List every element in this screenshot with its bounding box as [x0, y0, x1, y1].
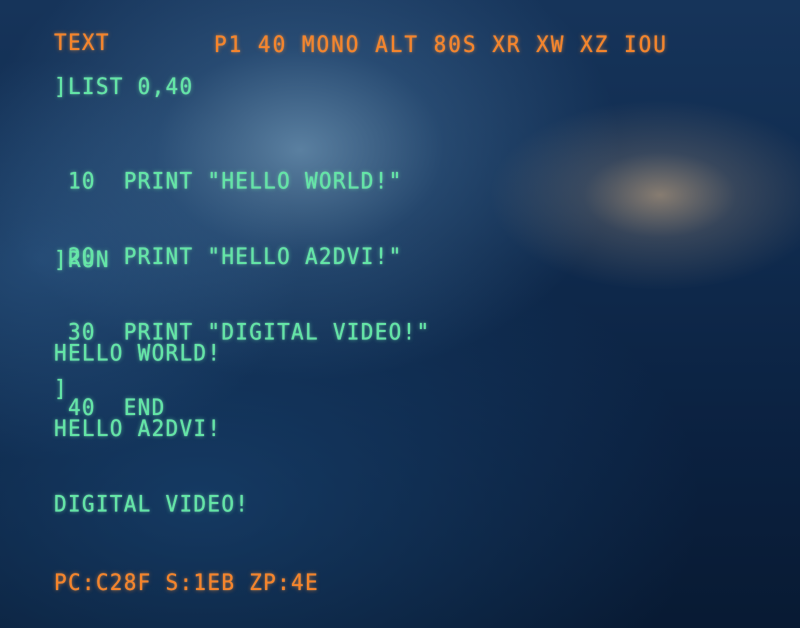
display-mode-label: TEXT — [54, 29, 110, 56]
output-line: HELLO WORLD! — [54, 340, 222, 366]
crt-screen: TEXT P1 40 MONO ALT 80S XR XW XZ IOU ]LI… — [0, 0, 800, 628]
list-command-line: ]LIST 0,40 — [54, 73, 194, 100]
cpu-registers-readout: PC:C28F S:1EB ZP:4E — [54, 569, 319, 596]
program-line: 10 PRINT "HELLO WORLD!" — [54, 168, 403, 194]
program-output: HELLO WORLD! HELLO A2DVI! DIGITAL VIDEO! — [54, 290, 249, 567]
output-line: DIGITAL VIDEO! — [54, 491, 250, 517]
run-command-line: ]RUN — [54, 246, 110, 273]
display-flags-label: P1 40 MONO ALT 80S XR XW XZ IOU — [214, 31, 668, 58]
output-line: HELLO A2DVI! — [54, 416, 222, 442]
input-prompt[interactable]: ] — [54, 377, 68, 400]
program-line: 20 PRINT "HELLO A2DVI!" — [54, 244, 403, 270]
